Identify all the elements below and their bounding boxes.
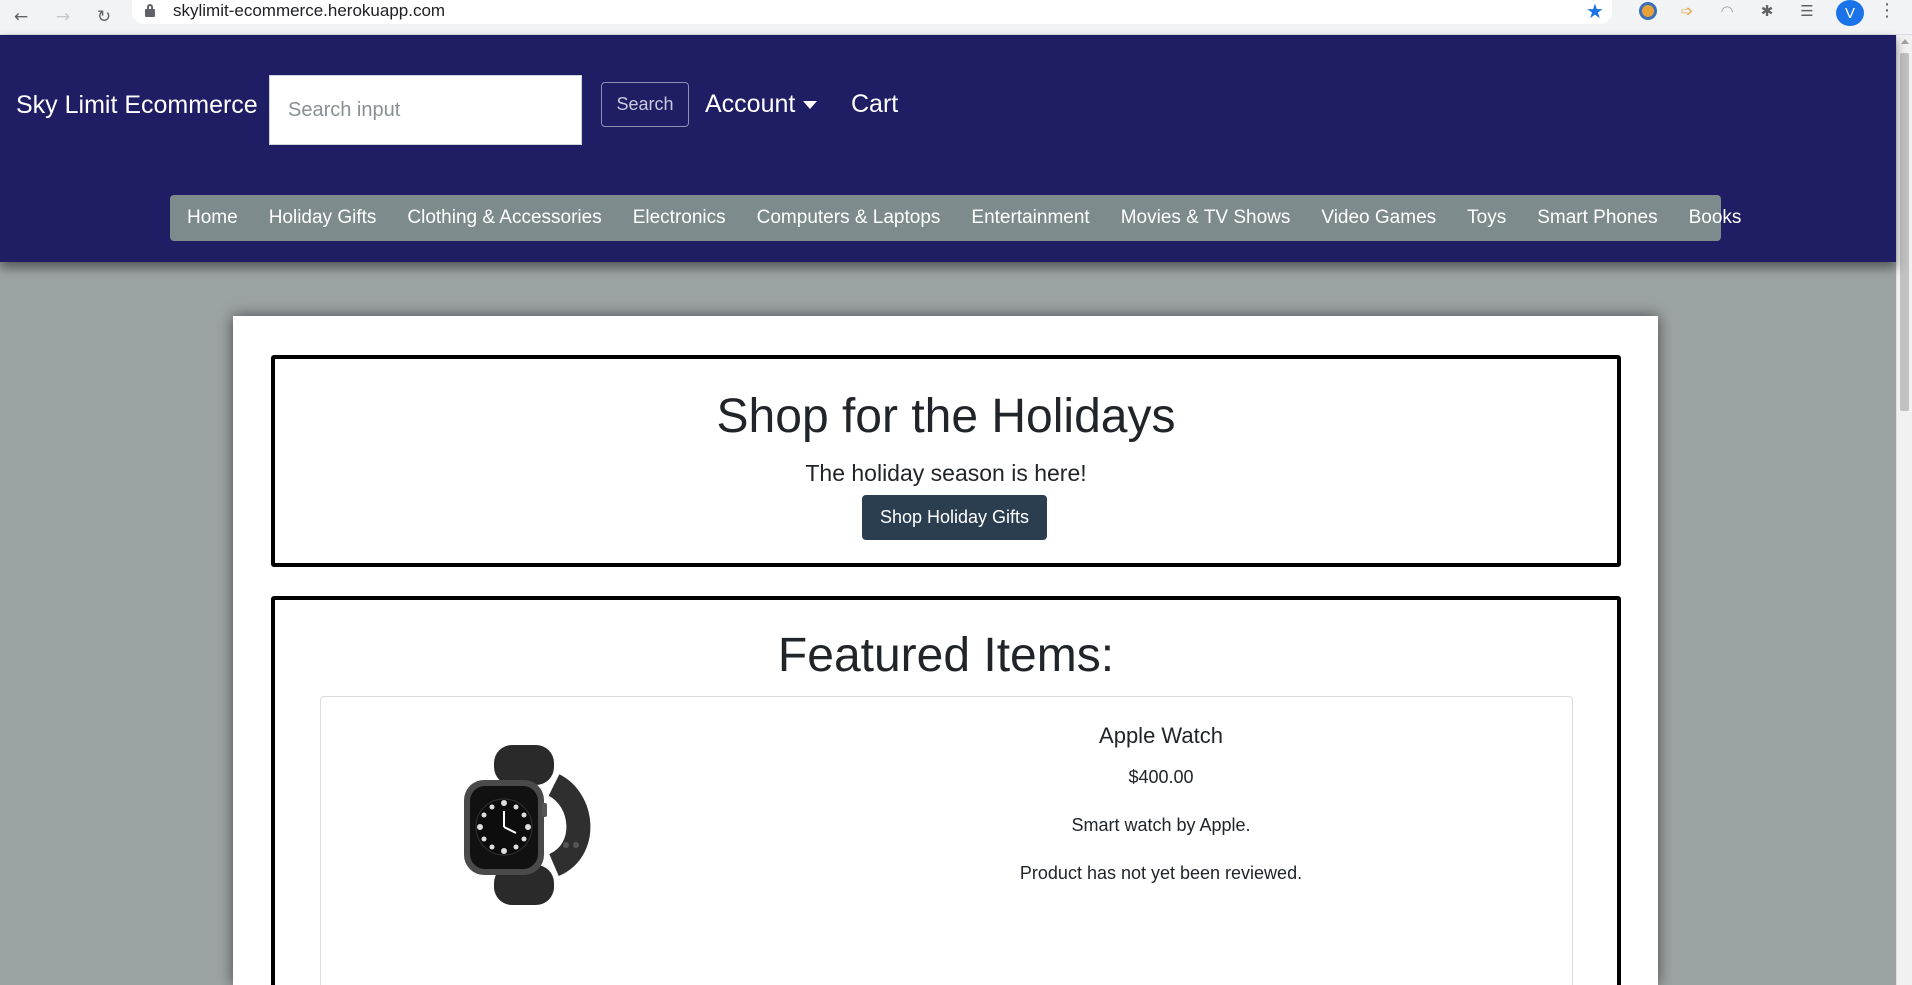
- caret-down-icon: [803, 100, 818, 109]
- nav-item-toys[interactable]: Toys: [1467, 207, 1506, 229]
- browser-menu-icon[interactable]: ⋮: [1878, 0, 1896, 22]
- extensions-puzzle-icon[interactable]: ✱: [1757, 1, 1777, 21]
- forward-icon[interactable]: →: [50, 4, 76, 30]
- media-queue-icon[interactable]: ☰: [1797, 1, 1817, 21]
- nav-item-holiday-gifts[interactable]: Holiday Gifts: [269, 207, 377, 229]
- lock-icon[interactable]: [145, 4, 155, 17]
- nav-item-smart-phones[interactable]: Smart Phones: [1537, 207, 1657, 229]
- featured-items-section: Featured Items: Apple Watch $400.00 Smar…: [271, 596, 1621, 985]
- product-review-status: Product has not yet been reviewed.: [1019, 863, 1303, 883]
- nav-item-video-games[interactable]: Video Games: [1321, 207, 1436, 229]
- apple-watch-image[interactable]: [454, 745, 594, 905]
- category-nav: Home Holiday Gifts Clothing & Accessorie…: [170, 195, 1741, 241]
- extension-arrow-icon[interactable]: ➩: [1677, 1, 1697, 21]
- holiday-banner: Shop for the Holidays The holiday season…: [271, 355, 1621, 567]
- site-header: Sky Limit Ecommerce Search Account Cart …: [0, 35, 1896, 262]
- main-content: Shop for the Holidays The holiday season…: [233, 316, 1658, 985]
- product-card[interactable]: Apple Watch $400.00 Smart watch by Apple…: [320, 696, 1573, 985]
- featured-title: Featured Items:: [777, 629, 1115, 682]
- search-button[interactable]: Search: [601, 82, 689, 127]
- shop-holiday-gifts-button[interactable]: Shop Holiday Gifts: [862, 495, 1047, 540]
- extension-arc-icon[interactable]: ◠: [1717, 1, 1737, 21]
- product-name[interactable]: Apple Watch: [961, 723, 1361, 749]
- extension-badge-icon[interactable]: [1638, 1, 1658, 21]
- nav-item-computers-laptops[interactable]: Computers & Laptops: [757, 207, 941, 229]
- nav-item-movies-tv-shows[interactable]: Movies & TV Shows: [1121, 207, 1291, 229]
- nav-item-electronics[interactable]: Electronics: [633, 207, 726, 229]
- brand-logo-link[interactable]: Sky Limit Ecommerce: [16, 91, 258, 120]
- cart-link[interactable]: Cart: [851, 90, 898, 119]
- page-scrollbar[interactable]: [1896, 35, 1912, 985]
- browser-toolbar: ← → ↻ skylimit-ecommerce.herokuapp.com ★…: [0, 0, 1912, 35]
- reload-icon[interactable]: ↻: [91, 4, 117, 30]
- scroll-up-arrow-icon[interactable]: [1901, 39, 1909, 44]
- account-label: Account: [705, 90, 796, 118]
- product-description: Smart watch by Apple.: [1071, 815, 1251, 835]
- url-text[interactable]: skylimit-ecommerce.herokuapp.com: [173, 1, 445, 21]
- bookmark-star-icon[interactable]: ★: [1586, 0, 1604, 22]
- account-dropdown[interactable]: Account: [705, 90, 818, 119]
- scrollbar-thumb[interactable]: [1900, 53, 1909, 411]
- nav-item-books[interactable]: Books: [1689, 207, 1742, 229]
- profile-avatar[interactable]: V: [1836, 0, 1864, 26]
- nav-item-home[interactable]: Home: [187, 207, 238, 229]
- hero-title: Shop for the Holidays: [716, 390, 1176, 443]
- nav-item-entertainment[interactable]: Entertainment: [971, 207, 1089, 229]
- nav-item-clothing-accessories[interactable]: Clothing & Accessories: [407, 207, 601, 229]
- product-price: $400.00: [1128, 767, 1194, 787]
- hero-subtitle: The holiday season is here!: [805, 460, 1087, 486]
- back-icon[interactable]: ←: [8, 4, 34, 30]
- search-input[interactable]: [269, 75, 582, 145]
